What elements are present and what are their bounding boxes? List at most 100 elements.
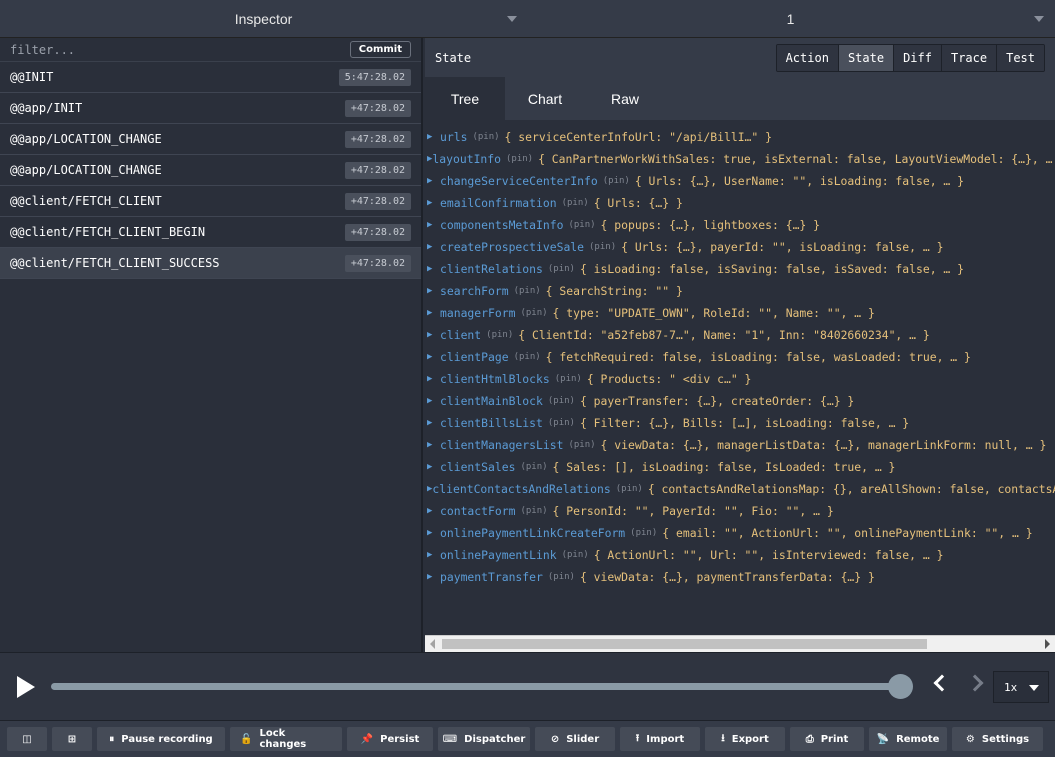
dispatcher-button[interactable]: ⌨ Dispatcher [438,727,530,751]
remote-button[interactable]: 📡 Remote [869,727,947,751]
pin-link[interactable]: (pin) [486,330,513,340]
expand-arrow-icon[interactable]: ▶ [427,550,440,560]
expand-arrow-icon[interactable]: ▶ [427,264,440,274]
tree-node[interactable]: ▶ emailConfirmation (pin) { Urls: {…} } [427,192,1055,214]
tree-node[interactable]: ▶ clientBillsList (pin) { Filter: {…}, Bill… [427,412,1055,434]
action-item[interactable]: @@app/LOCATION_CHANGE +47:28.02 [0,124,421,155]
pin-link[interactable]: (pin) [562,550,589,560]
tree-node-key[interactable]: clientMainBlock [440,394,543,408]
slider-handle[interactable] [888,674,913,699]
timeline-slider[interactable] [51,683,901,690]
tree-node[interactable]: ▶ urls (pin) { serviceCenterInfoUrl: "/api/… [427,126,1055,148]
tree-node[interactable]: ▶ paymentTransfer (pin) { viewData: {…}, pa… [427,566,1055,588]
expand-arrow-icon[interactable]: ▶ [427,418,440,428]
settings-button[interactable]: ⚙ Settings [952,727,1043,751]
action-item[interactable]: @@app/INIT +47:28.02 [0,93,421,124]
tree-node-key[interactable]: paymentTransfer [440,570,543,584]
expand-arrow-icon[interactable]: ▶ [427,352,440,362]
expand-arrow-icon[interactable]: ▶ [427,396,440,406]
speed-select[interactable]: 1x [993,671,1049,703]
tree-node[interactable]: ▶ managerForm (pin) { type: "UPDATE_OWN", R… [427,302,1055,324]
expand-arrow-icon[interactable]: ▶ [427,330,440,340]
pin-link[interactable]: (pin) [630,528,657,538]
import-button[interactable]: ⭱ Import [620,727,700,751]
tree-node[interactable]: ▶ clientSales (pin) { Sales: [], isLoading:… [427,456,1055,478]
pin-link[interactable]: (pin) [520,308,547,318]
expand-arrow-icon[interactable]: ▶ [427,220,440,230]
print-button[interactable]: ⎙ Print [790,727,864,751]
tree-node-key[interactable]: createProspectiveSale [440,240,584,254]
expand-arrow-icon[interactable]: ▶ [427,572,440,582]
layout-1-button[interactable]: ◫ [7,727,47,751]
pin-link[interactable]: (pin) [506,154,533,164]
tree-node-key[interactable]: onlinePaymentLink [440,548,557,562]
expand-arrow-icon[interactable]: ▶ [427,506,440,516]
tree-node-key[interactable]: contactForm [440,504,515,518]
expand-arrow-icon[interactable]: ▶ [427,198,440,208]
slider-button[interactable]: ⊘ Slider [535,727,615,751]
action-item[interactable]: @@INIT 5:47:28.02 [0,62,421,93]
tree-node-key[interactable]: onlinePaymentLinkCreateForm [440,526,625,540]
tree-node[interactable]: ▶ searchForm (pin) { SearchString: "" } [427,280,1055,302]
tree-node-key[interactable]: managerForm [440,306,515,320]
tree-node-key[interactable]: clientBillsList [440,416,543,430]
export-button[interactable]: ⭳ Export [705,727,785,751]
tree-node[interactable]: ▶ clientManagersList (pin) { viewData: {…},… [427,434,1055,456]
pin-link[interactable]: (pin) [603,176,630,186]
tree-node-key[interactable]: layoutInfo [432,152,501,166]
tab-tree[interactable]: Tree [425,77,505,120]
tree-node-key[interactable]: clientContactsAndRelations [432,482,610,496]
tree-node-key[interactable]: client [440,328,481,342]
tree-node[interactable]: ▶ clientContactsAndRelations (pin){ contac… [427,478,1055,500]
pin-link[interactable]: (pin) [520,506,547,516]
tree-node[interactable]: ▶ contactForm (pin) { PersonId: "", PayerId… [427,500,1055,522]
tree-node[interactable]: ▶ onlinePaymentLinkCreateForm (pin) { email… [427,522,1055,544]
tree-node-key[interactable]: changeServiceCenterInfo [440,174,598,188]
instance-select[interactable]: 1 [527,0,1054,38]
pin-link[interactable]: (pin) [514,286,541,296]
pin-link[interactable]: (pin) [548,572,575,582]
monitor-select[interactable]: Inspector [0,0,527,38]
tree-node[interactable]: ▶ layoutInfo (pin){ CanPartnerWorkWithSale… [427,148,1055,170]
action-item[interactable]: @@app/LOCATION_CHANGE +47:28.02 [0,155,421,186]
mode-button-action[interactable]: Action [776,44,838,71]
pin-link[interactable]: (pin) [555,374,582,384]
tree-node-key[interactable]: urls [440,130,467,144]
tree-node[interactable]: ▶ onlinePaymentLink (pin) { ActionUrl: "", … [427,544,1055,566]
tab-chart[interactable]: Chart [505,77,585,120]
expand-arrow-icon[interactable]: ▶ [427,242,440,252]
pin-link[interactable]: (pin) [568,440,595,450]
pin-link[interactable]: (pin) [548,264,575,274]
tree-node-key[interactable]: clientSales [440,460,515,474]
pin-link[interactable]: (pin) [562,198,589,208]
tab-raw[interactable]: Raw [585,77,665,120]
scrollbar-thumb[interactable] [442,639,927,649]
expand-arrow-icon[interactable]: ▶ [427,308,440,318]
commit-button[interactable]: Commit [349,41,411,58]
expand-arrow-icon[interactable]: ▶ [427,176,440,186]
tree-node-key[interactable]: emailConfirmation [440,196,557,210]
tree-node[interactable]: ▶ componentsMetaInfo (pin) { popups: {…}, l… [427,214,1055,236]
lock-changes-button[interactable]: 🔓 Lock changes [230,727,342,751]
mode-button-state[interactable]: State [837,44,894,71]
pin-link[interactable]: (pin) [589,242,616,252]
expand-arrow-icon[interactable]: ▶ [427,132,440,142]
tree-node[interactable]: ▶ clientMainBlock (pin) { payerTransfer: {…… [427,390,1055,412]
play-icon[interactable] [17,676,35,698]
action-item[interactable]: @@client/FETCH_CLIENT +47:28.02 [0,186,421,217]
pin-link[interactable]: (pin) [616,484,643,494]
action-item[interactable]: @@client/FETCH_CLIENT_BEGIN +47:28.02 [0,217,421,248]
expand-arrow-icon[interactable]: ▶ [427,528,440,538]
pin-link[interactable]: (pin) [548,418,575,428]
pin-link[interactable]: (pin) [568,220,595,230]
mode-button-test[interactable]: Test [996,44,1044,71]
tree-node[interactable]: ▶ clientPage (pin) { fetchRequired: false, … [427,346,1055,368]
pin-link[interactable]: (pin) [548,396,575,406]
pin-link[interactable]: (pin) [472,132,499,142]
tree-node-key[interactable]: clientPage [440,350,509,364]
tree-node[interactable]: ▶ client (pin) { ClientId: "a52feb87-7…", N… [427,324,1055,346]
next-icon[interactable] [966,674,984,692]
tree-node-key[interactable]: clientHtmlBlocks [440,372,550,386]
tree-node[interactable]: ▶ clientHtmlBlocks (pin) { Products: " <div… [427,368,1055,390]
pin-link[interactable]: (pin) [514,352,541,362]
